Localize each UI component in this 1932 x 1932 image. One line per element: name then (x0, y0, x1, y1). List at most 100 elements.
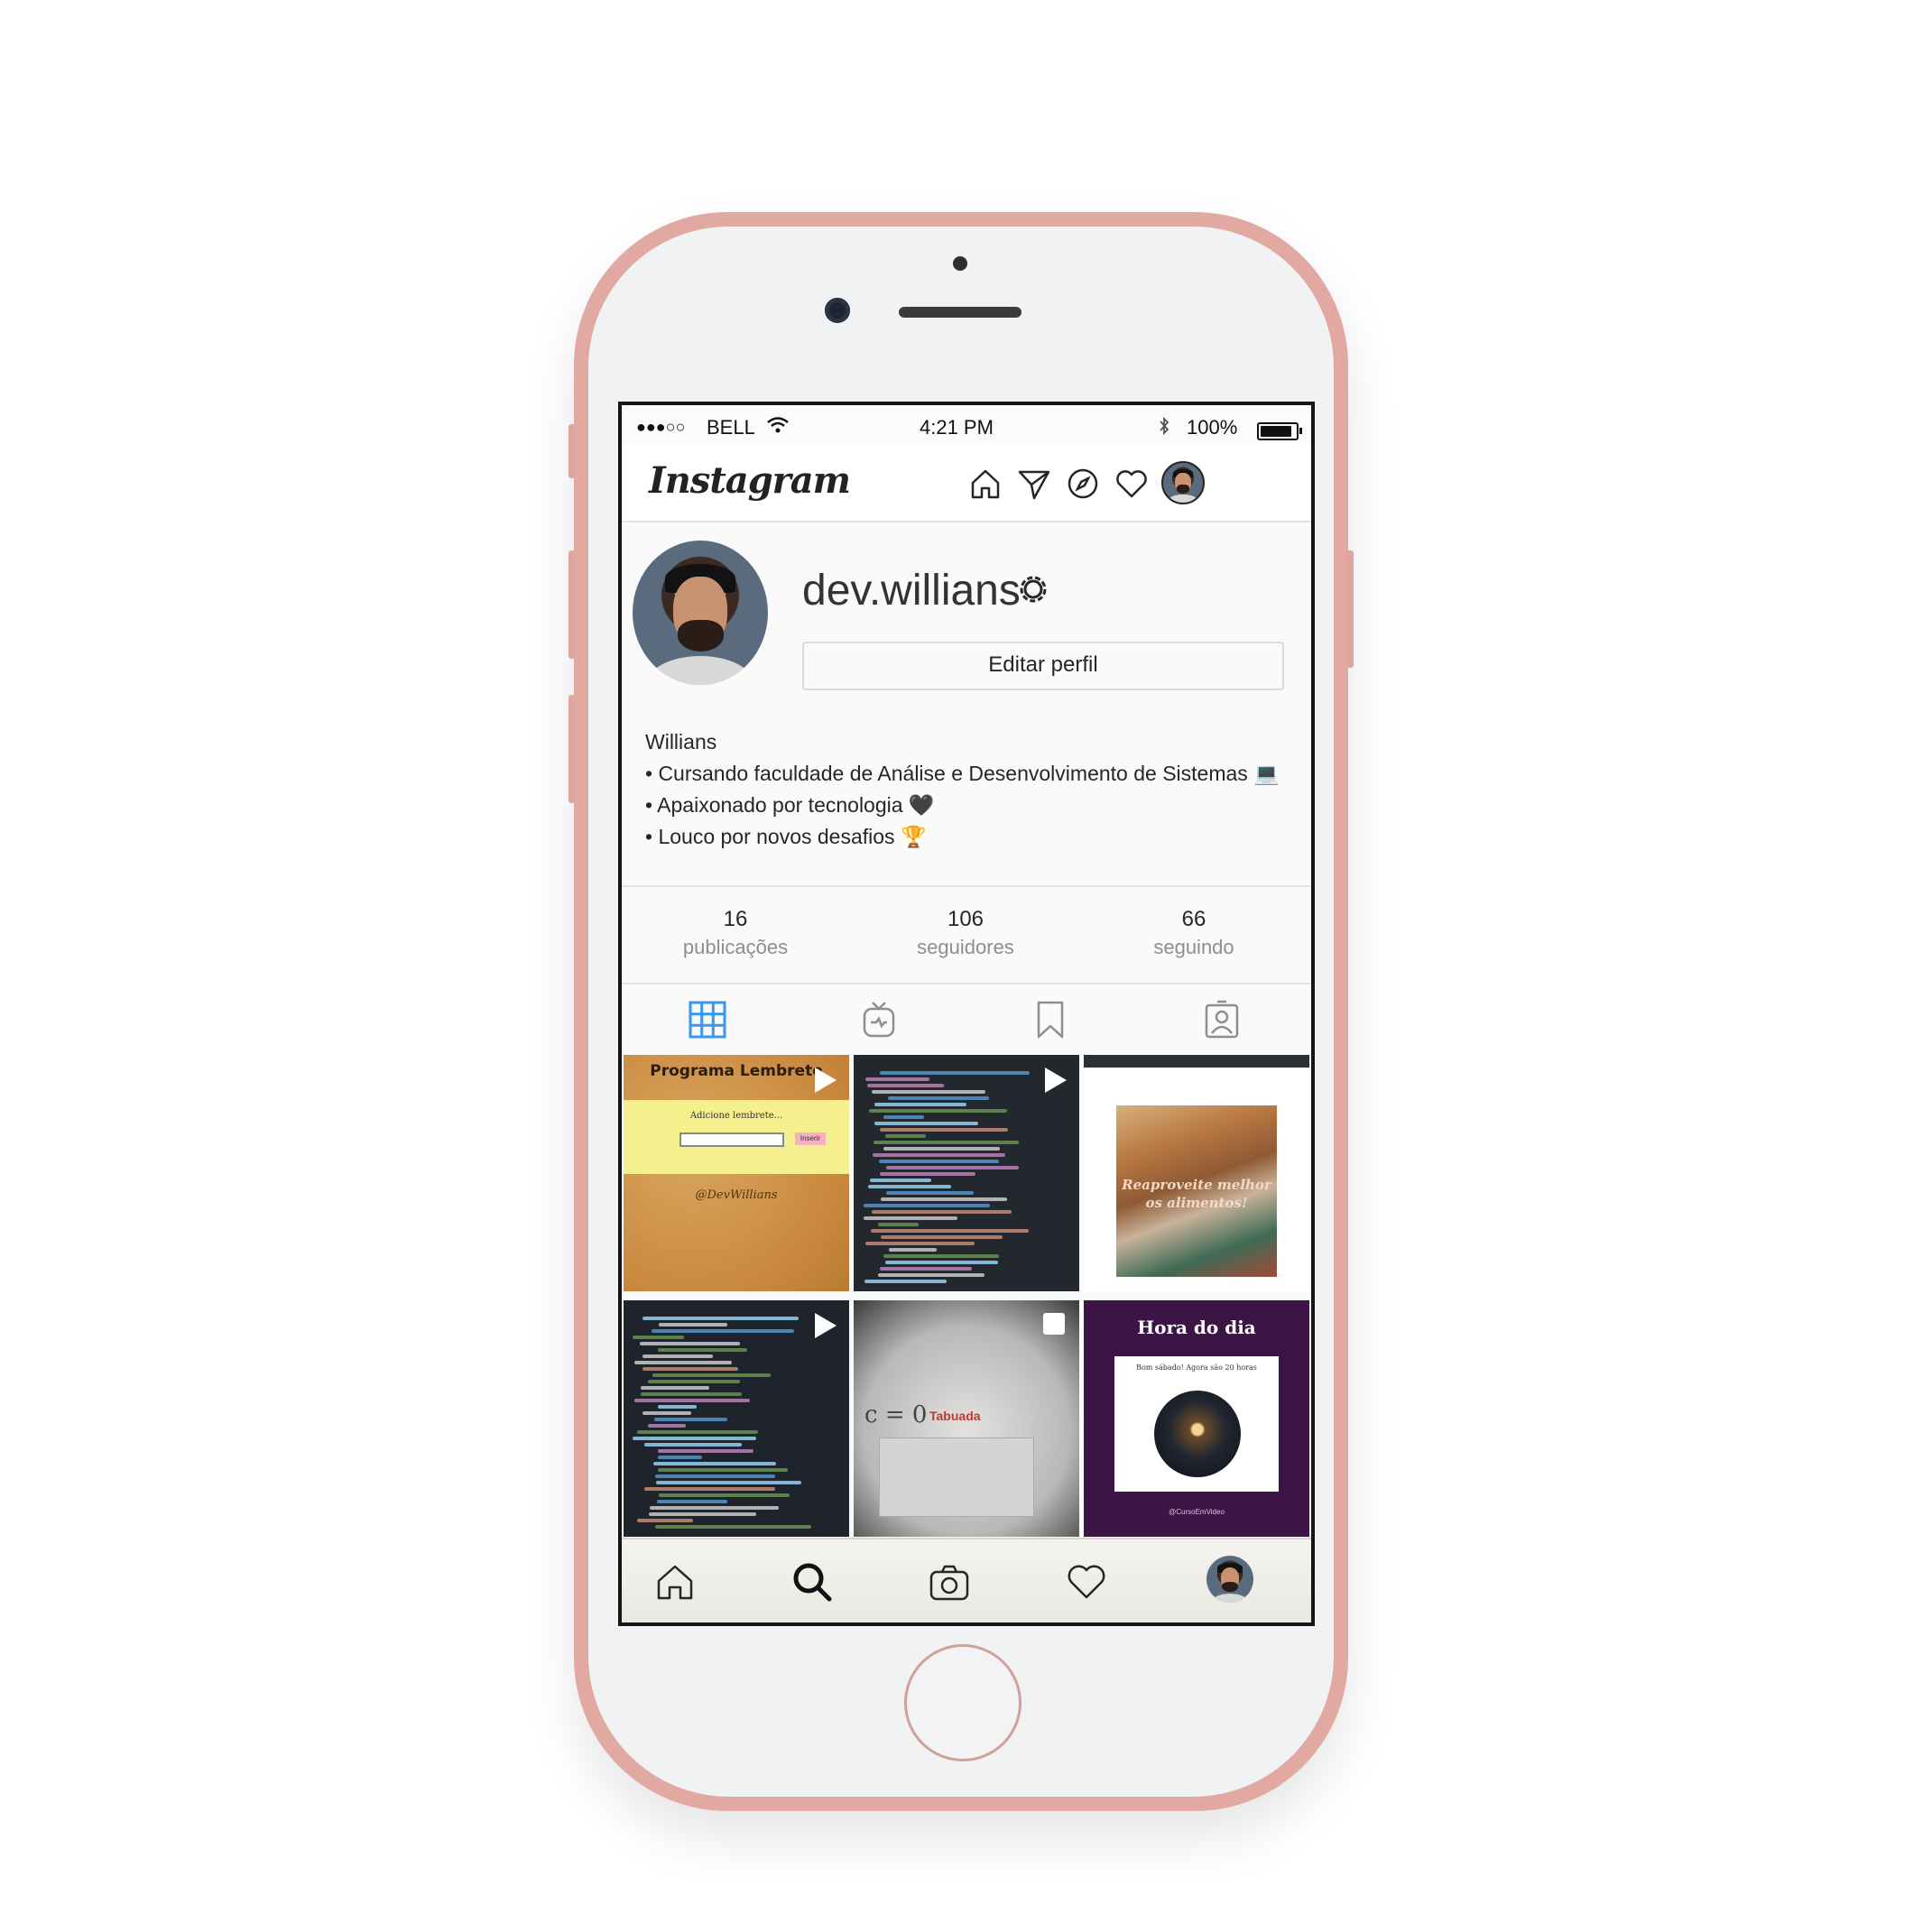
post-purple-footer: @CursoEmVideo (1169, 1508, 1225, 1516)
code-line (633, 1336, 684, 1339)
stat-following[interactable]: 66 seguindo (1080, 907, 1308, 959)
home-icon[interactable] (966, 465, 1004, 503)
post-thumbnail[interactable]: c = 0 Tabuada (854, 1300, 1079, 1537)
code-line (872, 1210, 1012, 1214)
code-line (644, 1487, 775, 1491)
code-line (659, 1493, 790, 1497)
code-line (867, 1084, 944, 1087)
code-line (880, 1267, 972, 1271)
stat-followers-value: 106 (947, 907, 984, 931)
post-thumbnail[interactable]: Reaproveite melhor os alimentos! (1084, 1055, 1309, 1291)
code-line (883, 1115, 924, 1119)
code-line (657, 1500, 727, 1503)
post-app-header (1084, 1055, 1309, 1068)
code-line (883, 1147, 1000, 1151)
stat-posts[interactable]: 16 publicações (622, 907, 849, 959)
code-line (642, 1354, 713, 1358)
tagged-tab-icon[interactable] (1201, 999, 1243, 1040)
code-line (864, 1204, 990, 1207)
settings-gear-icon[interactable] (1015, 571, 1051, 607)
stat-followers-label: seguidores (917, 936, 1014, 958)
code-line (880, 1071, 1030, 1075)
code-line (658, 1456, 702, 1459)
code-line (870, 1179, 931, 1182)
activity-heart-icon[interactable] (1113, 465, 1151, 503)
code-line (649, 1512, 756, 1516)
profile-avatar-nav[interactable] (1161, 461, 1205, 504)
stat-posts-value: 16 (723, 907, 748, 931)
code-line (874, 1122, 978, 1125)
profile-avatar[interactable] (633, 541, 768, 685)
code-line (871, 1229, 1029, 1233)
front-camera (825, 298, 850, 323)
direct-message-icon[interactable] (1015, 465, 1053, 503)
wifi-icon (767, 417, 789, 433)
code-line (873, 1153, 1005, 1157)
search-icon[interactable] (790, 1559, 835, 1604)
post-thumbnail[interactable] (624, 1300, 849, 1537)
code-line (634, 1399, 750, 1402)
code-line (648, 1424, 686, 1428)
code-line (886, 1166, 1019, 1169)
code-line (655, 1474, 775, 1478)
earpiece-speaker (899, 307, 1021, 318)
profile-avatar-tab[interactable] (1206, 1556, 1253, 1603)
code-line (865, 1077, 929, 1081)
code-line (868, 1185, 951, 1188)
profile-tabs (622, 984, 1311, 1057)
code-line (880, 1128, 1008, 1132)
code-line (880, 1172, 975, 1176)
bottom-navigation (622, 1538, 1311, 1622)
code-line (644, 1443, 742, 1447)
stat-following-label: seguindo (1153, 936, 1234, 958)
edit-profile-button[interactable]: Editar perfil (802, 642, 1284, 690)
post-purple-title: Hora do dia (1137, 1317, 1256, 1338)
proximity-sensor (953, 256, 967, 271)
code-line (874, 1141, 1019, 1144)
code-line (878, 1273, 984, 1277)
activity-heart-icon[interactable] (1064, 1559, 1109, 1604)
album-icon (1043, 1313, 1065, 1335)
profile-full-name: Willians (645, 730, 717, 753)
post-thumbnail[interactable]: Hora do dia Bom sábado! Agora são 20 hor… (1084, 1300, 1309, 1537)
post-note-input (679, 1132, 784, 1147)
code-line (658, 1468, 788, 1472)
post-purple-subtitle: Bom sábado! Agora são 20 horas (1136, 1363, 1257, 1372)
explore-compass-icon[interactable] (1064, 465, 1102, 503)
code-line (640, 1342, 740, 1345)
code-line (634, 1361, 732, 1364)
battery-level (1261, 426, 1291, 437)
camera-icon[interactable] (927, 1559, 972, 1604)
post-food-caption: Reaproveite melhor os alimentos! (1122, 1177, 1271, 1211)
instagram-logo[interactable]: Instagram (649, 459, 851, 502)
post-thumbnail[interactable]: Programa Lembrete Adicione lembrete... I… (624, 1055, 849, 1291)
code-line (659, 1323, 727, 1327)
post-note-panel: Adicione lembrete... Inserir (624, 1100, 849, 1174)
code-line (641, 1386, 709, 1390)
post-math-title: Tabuada (929, 1409, 981, 1423)
grid-tab-icon[interactable] (687, 999, 728, 1040)
profile-bio: Willians • Cursando faculdade de Análise… (645, 726, 1280, 853)
top-navigation: Instagram (622, 445, 1311, 522)
post-thumbnail[interactable] (854, 1055, 1079, 1291)
code-line (874, 1103, 966, 1106)
code-line (648, 1380, 740, 1383)
stat-posts-label: publicações (682, 936, 789, 958)
power-button (1346, 550, 1354, 668)
code-line (656, 1481, 801, 1484)
code-line (642, 1317, 799, 1320)
code-line (637, 1519, 693, 1522)
post-note-text: Adicione lembrete... (689, 1111, 783, 1121)
igtv-tab-icon[interactable] (858, 999, 900, 1040)
video-play-icon (815, 1313, 837, 1338)
code-line (658, 1348, 747, 1352)
code-line (878, 1223, 919, 1226)
profile-username: dev.willians (802, 567, 1021, 615)
bio-line: • Louco por novos desafios 🏆 (645, 825, 927, 848)
battery-percent: 100% (1187, 416, 1238, 439)
stat-followers[interactable]: 106 seguidores (852, 907, 1079, 959)
code-line (655, 1525, 811, 1529)
saved-bookmark-tab-icon[interactable] (1030, 999, 1071, 1040)
home-icon[interactable] (652, 1559, 698, 1604)
home-button[interactable] (904, 1644, 1021, 1761)
